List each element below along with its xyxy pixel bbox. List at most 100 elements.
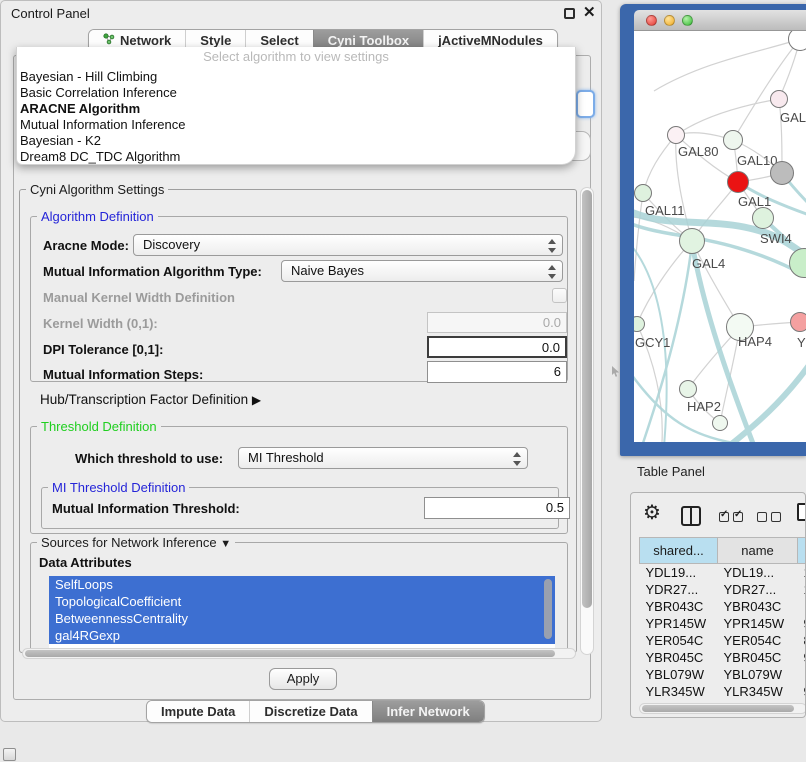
manual-kernel-checkbox[interactable] <box>552 288 567 303</box>
select-all-checkboxes-icon[interactable] <box>719 512 743 522</box>
hub-label-text: Hub/Transcription Factor Definition <box>40 392 248 407</box>
table-row[interactable]: YDL19...YDL19...13 <box>640 564 806 581</box>
table-cell[interactable]: YBL079W <box>718 666 798 683</box>
network-node-swi4[interactable] <box>752 207 774 229</box>
network-canvas[interactable]: GALGAL80GAL10GAL1GAL11SWI4GAL4GCY1HAP4YH… <box>634 31 806 442</box>
network-node-gal[interactable] <box>770 90 788 108</box>
network-window-titlebar[interactable] <box>634 10 806 31</box>
network-node-gal1[interactable] <box>727 171 749 193</box>
table-cell[interactable]: 13 <box>798 564 806 581</box>
minimized-panel-icon[interactable] <box>3 748 16 761</box>
scrollbar-thumb[interactable] <box>582 190 592 608</box>
dropdown-option[interactable]: Bayesian - K2 <box>17 133 575 149</box>
table-row[interactable]: YPR145WYPR145W9. <box>640 615 806 632</box>
network-node-hap2[interactable] <box>679 380 697 398</box>
table-mode-icon[interactable] <box>797 503 806 521</box>
table-cell[interactable] <box>798 598 806 615</box>
scrollbar-thumb[interactable] <box>642 705 794 712</box>
close-traffic-light[interactable] <box>646 15 657 26</box>
network-node-gal10[interactable] <box>723 130 743 150</box>
table-cell[interactable]: YLR345W <box>718 683 798 700</box>
table-cell[interactable]: YER054C <box>718 632 798 649</box>
attribute-item[interactable]: SelfLoops <box>49 576 555 593</box>
close-icon[interactable]: ✕ <box>583 3 596 21</box>
dpi-tolerance-field[interactable]: 0.0 <box>427 336 567 358</box>
table-cell[interactable]: 8. <box>798 632 806 649</box>
which-threshold-combobox[interactable]: MI Threshold <box>238 447 528 469</box>
table-cell[interactable]: YPR145W <box>718 615 798 632</box>
network-node-y[interactable] <box>790 312 806 332</box>
tab-label: Discretize Data <box>264 704 357 719</box>
table-cell[interactable]: YLR345W <box>640 683 718 700</box>
network-node[interactable] <box>789 248 806 278</box>
mi-steps-field[interactable]: 6 <box>427 361 567 383</box>
list-scrollbar-thumb[interactable] <box>544 579 552 639</box>
dropdown-option-highlighted[interactable]: ARACNE Algorithm <box>17 101 575 117</box>
attribute-item[interactable]: BetweennessCentrality <box>49 610 555 627</box>
aracne-mode-combobox[interactable]: Discovery <box>133 234 563 256</box>
network-node[interactable] <box>712 415 728 431</box>
table-cell[interactable]: YDR27... <box>640 581 718 598</box>
table-cell[interactable]: YBR045C <box>640 649 718 666</box>
dropdown-option[interactable]: Bayesian - Hill Climbing <box>17 69 575 85</box>
table-row[interactable]: YER054CYER054C8. <box>640 632 806 649</box>
table-cell[interactable]: 9. <box>798 683 806 700</box>
network-node-gal11[interactable] <box>634 184 652 202</box>
attribute-item[interactable]: gal4RGexp <box>49 627 555 644</box>
collapse-down-icon[interactable]: ▼ <box>220 538 231 550</box>
split-columns-icon[interactable] <box>681 506 701 526</box>
dropdown-option[interactable]: Basic Correlation Inference <box>17 85 575 101</box>
dropdown-option[interactable]: Dream8 DC_TDC Algorithm <box>17 149 575 165</box>
table-row[interactable]: YBL079WYBL079W <box>640 666 806 683</box>
column-header-name[interactable]: name <box>718 538 798 564</box>
settings-vertical-scrollbar[interactable] <box>580 187 594 655</box>
hub-section-label[interactable]: Hub/Transcription Factor Definition ▶ <box>40 392 261 407</box>
tab-discretize-data[interactable]: Discretize Data <box>249 701 371 722</box>
network-node-gal80[interactable] <box>667 126 685 144</box>
table-row[interactable]: YLR345WYLR345W9. <box>640 683 806 700</box>
column-header-cut[interactable] <box>798 538 806 564</box>
unselect-all-checkboxes-icon[interactable] <box>757 512 781 522</box>
column-header-shared-name[interactable]: shared... <box>640 538 718 564</box>
unchecked-box-icon <box>771 512 781 522</box>
table-row[interactable]: YBR043CYBR043C <box>640 598 806 615</box>
tab-impute-data[interactable]: Impute Data <box>147 701 249 722</box>
table-cell[interactable]: YDL19... <box>640 564 718 581</box>
float-window-icon[interactable] <box>564 8 575 19</box>
table-cell[interactable]: YDR27... <box>718 581 798 598</box>
table-cell[interactable]: 9. <box>798 615 806 632</box>
table-cell[interactable]: YPR145W <box>640 615 718 632</box>
mi-algorithm-type-combobox[interactable]: Naive Bayes <box>281 260 563 282</box>
network-node[interactable] <box>788 31 806 51</box>
control-panel-title: Control Panel <box>11 6 90 21</box>
settings-horizontal-scrollbar[interactable] <box>22 648 576 659</box>
table-cell[interactable] <box>798 666 806 683</box>
table-cell[interactable]: YBR043C <box>718 598 798 615</box>
table-cell[interactable]: YDL19... <box>718 564 798 581</box>
dropdown-option[interactable]: Mutual Information Inference <box>17 117 575 133</box>
focused-combobox-fragment[interactable] <box>576 90 595 118</box>
table-cell[interactable]: YBR043C <box>640 598 718 615</box>
table-cell[interactable]: YBR045C <box>718 649 798 666</box>
expand-right-icon[interactable]: ▶ <box>252 393 261 407</box>
scrollbar-thumb[interactable] <box>25 650 555 657</box>
table-horizontal-scrollbar[interactable] <box>639 703 806 714</box>
table-cell[interactable]: YBL079W <box>640 666 718 683</box>
minimize-traffic-light[interactable] <box>664 15 675 26</box>
table-cell[interactable]: 9. <box>798 649 806 666</box>
zoom-traffic-light[interactable] <box>682 15 693 26</box>
table-row[interactable]: YBR045CYBR045C9. <box>640 649 806 666</box>
attribute-item[interactable]: TopologicalCoefficient <box>49 593 555 610</box>
tab-infer-network[interactable]: Infer Network <box>372 701 484 722</box>
sources-title-text: Sources for Network Inference <box>41 535 217 550</box>
apply-button[interactable]: Apply <box>269 668 337 690</box>
network-node-gal4[interactable] <box>679 228 705 254</box>
network-node-gcy1[interactable] <box>634 316 645 332</box>
gear-icon[interactable]: ⚙ <box>643 502 661 524</box>
table-row[interactable]: YDR27...YDR27...12 <box>640 581 806 598</box>
kernel-width-field[interactable]: 0.0 <box>427 312 567 333</box>
table-cell[interactable]: 12 <box>798 581 806 598</box>
table-cell[interactable]: YER054C <box>640 632 718 649</box>
mi-threshold-field[interactable]: 0.5 <box>424 497 570 519</box>
network-node[interactable] <box>770 161 794 185</box>
